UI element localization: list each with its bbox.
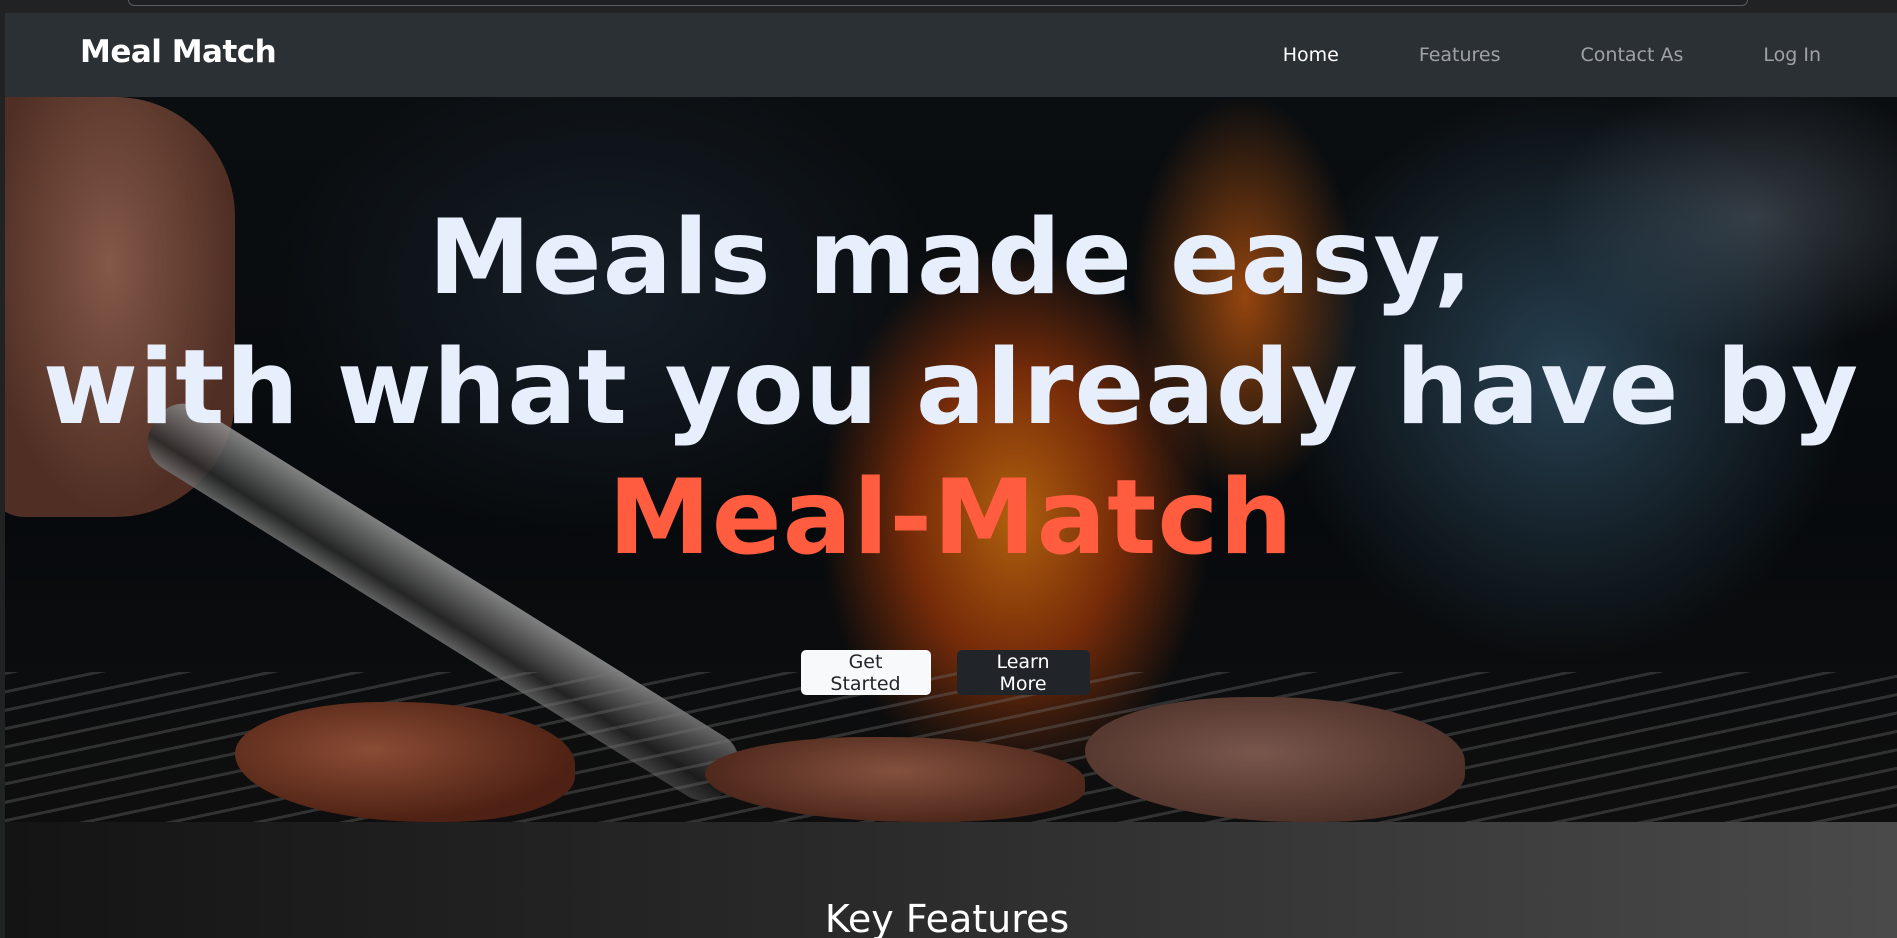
headline-line-2: with what you already have by xyxy=(42,328,1860,448)
hero-headline: Meals made easy, with what you already h… xyxy=(5,193,1897,583)
nav-link-features[interactable]: Features xyxy=(1379,44,1541,66)
browser-frame: Meal Match Home Features Contact As Log … xyxy=(0,0,1897,938)
page: Meal Match Home Features Contact As Log … xyxy=(5,13,1897,938)
features-section: Key Features xyxy=(5,822,1897,938)
learn-more-button[interactable]: Learn More xyxy=(956,650,1090,695)
headline-brand: Meal-Match xyxy=(608,458,1294,578)
get-started-button[interactable]: Get Started xyxy=(800,650,931,695)
nav-links: Home Features Contact As Log In xyxy=(1243,13,1821,97)
navbar: Meal Match Home Features Contact As Log … xyxy=(5,13,1897,97)
nav-link-home[interactable]: Home xyxy=(1243,44,1379,66)
features-title: Key Features xyxy=(824,897,1070,938)
nav-link-login[interactable]: Log In xyxy=(1723,44,1821,66)
address-bar[interactable] xyxy=(128,0,1748,6)
brand-logo[interactable]: Meal Match xyxy=(80,34,277,70)
hero-section: Meals made easy, with what you already h… xyxy=(5,97,1897,822)
headline-line-1: Meals made easy, xyxy=(428,198,1474,318)
nav-link-contact[interactable]: Contact As xyxy=(1541,44,1724,66)
hero-buttons: Get Started Learn More xyxy=(5,650,1897,695)
